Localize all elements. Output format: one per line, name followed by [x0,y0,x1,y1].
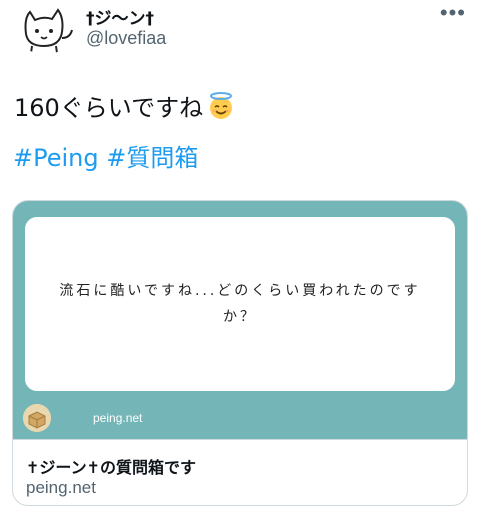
question-box: 流石に酷いですね...どのくらい買われたのですか？ [25,217,455,391]
card-info[interactable]: ✝ジーン✝の質問箱です peing.net [13,439,467,505]
card-title: ✝ジーン✝の質問箱です [26,458,197,477]
card-image-domain: peing.net [93,411,143,425]
hashtag-shitsumonbako[interactable]: #質問箱 [106,144,198,172]
cat-doodle-icon [14,4,76,54]
tweet-text: 160ぐらいですね [14,88,236,123]
hashtag-peing[interactable]: #Peing [13,144,99,172]
hashtag-row: #Peing #質問箱 [13,138,198,173]
author-display-name[interactable]: †ジ〜ン† [86,4,154,29]
smiling-face-with-halo-icon [210,91,233,119]
author-handle[interactable]: @lovefiaa [86,28,166,49]
card-image[interactable]: 流石に酷いですね...どのくらい買われたのですか？ peing.net [13,201,467,439]
tweet-body: 160ぐらいですね [14,94,204,122]
peing-logo-icon [23,404,51,432]
card-domain: peing.net [26,478,96,497]
question-text: 流石に酷いですね...どのくらい買われたのですか？ [59,283,421,325]
link-card[interactable]: 流石に酷いですね...どのくらい買われたのですか？ peing.net ✝ジーン… [12,200,468,506]
more-options-icon[interactable]: ••• [440,0,466,26]
author-avatar[interactable] [14,4,76,54]
